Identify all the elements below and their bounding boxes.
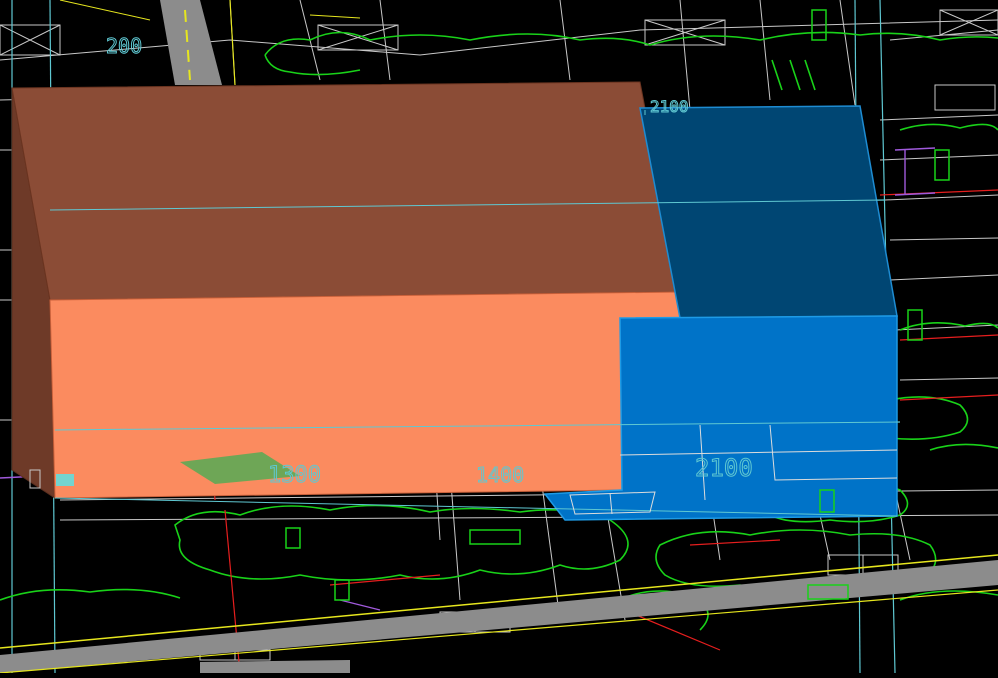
building-b-top-label: 2100 bbox=[650, 97, 689, 116]
dimension-label-2: 1400 bbox=[476, 463, 524, 487]
top-dimension-label: 200 bbox=[106, 34, 142, 58]
building-b-roof[interactable] bbox=[639, 105, 898, 319]
building-a[interactable] bbox=[11, 81, 681, 499]
cyan-marker bbox=[56, 474, 74, 486]
dimension-label-1: 1300 bbox=[268, 463, 321, 488]
cad-3d-viewport[interactable]: 200 2100 1300 1400 2100 bbox=[0, 0, 998, 674]
building-a-front[interactable] bbox=[49, 291, 681, 499]
building-a-roof[interactable] bbox=[11, 81, 681, 301]
dimension-label-3: 2100 bbox=[695, 454, 753, 482]
model-canvas[interactable]: 200 2100 1300 1400 2100 bbox=[0, 0, 998, 674]
